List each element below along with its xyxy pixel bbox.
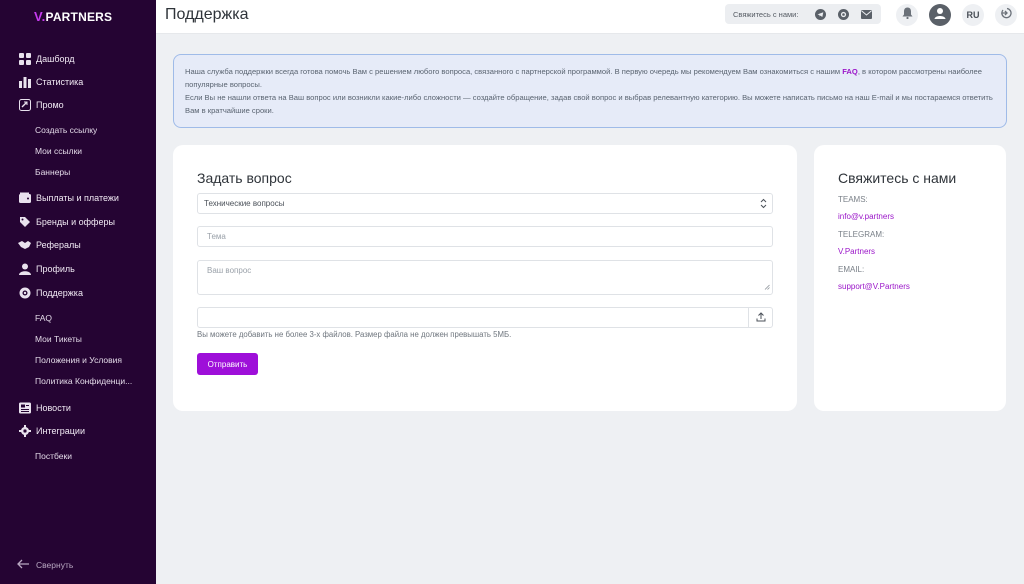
teams-icon[interactable] [837,8,849,20]
file-attachment-field[interactable] [197,307,773,328]
resize-grip-icon[interactable] [764,283,770,292]
banner-text-3: Если Вы не нашли ответа на Ваш вопрос ил… [185,93,993,115]
sidebar-item-dashboard[interactable]: Дашборд [0,48,156,70]
tag-icon [18,216,31,229]
email-label: EMAIL: [838,265,865,274]
sidebar-item-privacy[interactable]: Политика Конфиденци... [0,371,156,391]
contact-us-card: Свяжитесь с нами TEAMS: info@v.partners … [814,145,1006,411]
news-icon [18,402,31,415]
sidebar-item-news[interactable]: Новости [0,397,156,419]
avatar-icon [933,6,947,25]
sidebar-item-support[interactable]: Поддержка [0,282,156,304]
logout-icon [1000,6,1012,24]
banner-text-1: Наша служба поддержки всегда готова помо… [185,67,843,76]
telegram-label: TELEGRAM: [838,230,885,239]
submit-button[interactable]: Отправить [197,353,258,375]
email-icon[interactable] [860,8,872,20]
dashboard-icon [18,53,31,66]
collapse-sidebar-button[interactable]: Свернуть [0,555,156,575]
page-title: Поддержка [165,6,249,23]
notifications-button[interactable] [896,4,918,26]
support-info-banner: Наша служба поддержки всегда готова помо… [173,54,1007,128]
contact-us-title: Свяжитесь с нами [838,170,957,186]
sidebar-item-postbacks[interactable]: Постбеки [0,446,156,466]
sidebar-item-payouts[interactable]: Выплаты и платежи [0,187,156,209]
category-select[interactable]: Технические вопросы [197,193,773,214]
sidebar-item-my-links[interactable]: Мои ссылки [0,141,156,161]
support-icon [18,287,31,300]
telegram-icon[interactable] [814,8,826,20]
sidebar-item-referrals[interactable]: Рефералы [0,234,156,256]
handshake-icon [18,239,31,252]
teams-link[interactable]: info@v.partners [838,212,894,221]
upload-button[interactable] [748,308,772,327]
subject-placeholder: Тема [207,232,226,241]
contact-label: Свяжитесь с нами: [733,9,799,19]
sidebar-item-promo[interactable]: Промо [0,94,156,116]
bar-chart-icon [18,76,31,89]
wallet-icon [18,192,31,205]
upload-icon [756,311,766,324]
sidebar-item-banners[interactable]: Баннеры [0,162,156,182]
link-icon [18,99,31,112]
brand-logo[interactable]: V.PARTNERS [34,9,112,24]
sidebar-item-create-link[interactable]: Создать ссылку [0,120,156,140]
contact-bar: Свяжитесь с нами: [725,4,881,24]
sidebar-item-profile[interactable]: Профиль [0,258,156,280]
language-selector[interactable]: RU [962,4,984,26]
gear-icon [18,425,31,438]
teams-label: TEAMS: [838,195,868,204]
bell-icon [902,6,913,24]
top-header: Поддержка Свяжитесь с нами: RU [156,0,1024,34]
question-placeholder: Ваш вопрос [207,266,252,275]
subject-input[interactable]: Тема [197,226,773,247]
sidebar-item-faq[interactable]: FAQ [0,308,156,328]
faq-link[interactable]: FAQ [842,67,858,76]
file-hint: Вы можете добавить не более 3-х файлов. … [197,330,512,339]
sidebar-item-statistics[interactable]: Статистика [0,71,156,93]
ask-question-title: Задать вопрос [197,170,292,186]
user-avatar-button[interactable] [929,4,951,26]
sidebar: V.PARTNERS Дашборд Статистика Промо Созд… [0,0,156,584]
logout-button[interactable] [995,4,1017,26]
telegram-link[interactable]: V.Partners [838,247,875,256]
sidebar-item-my-tickets[interactable]: Мои Тикеты [0,329,156,349]
sidebar-item-integrations[interactable]: Интеграции [0,420,156,442]
user-icon [18,263,31,276]
arrow-left-icon [17,559,30,571]
question-textarea[interactable]: Ваш вопрос [197,260,773,295]
email-link[interactable]: support@V.Partners [838,282,910,291]
category-value: Технические вопросы [204,199,285,208]
select-chevron-icon [760,198,767,211]
sidebar-item-brands[interactable]: Бренды и офферы [0,211,156,233]
ask-question-card: Задать вопрос Технические вопросы Тема В… [173,145,797,411]
sidebar-item-terms[interactable]: Положения и Условия [0,350,156,370]
